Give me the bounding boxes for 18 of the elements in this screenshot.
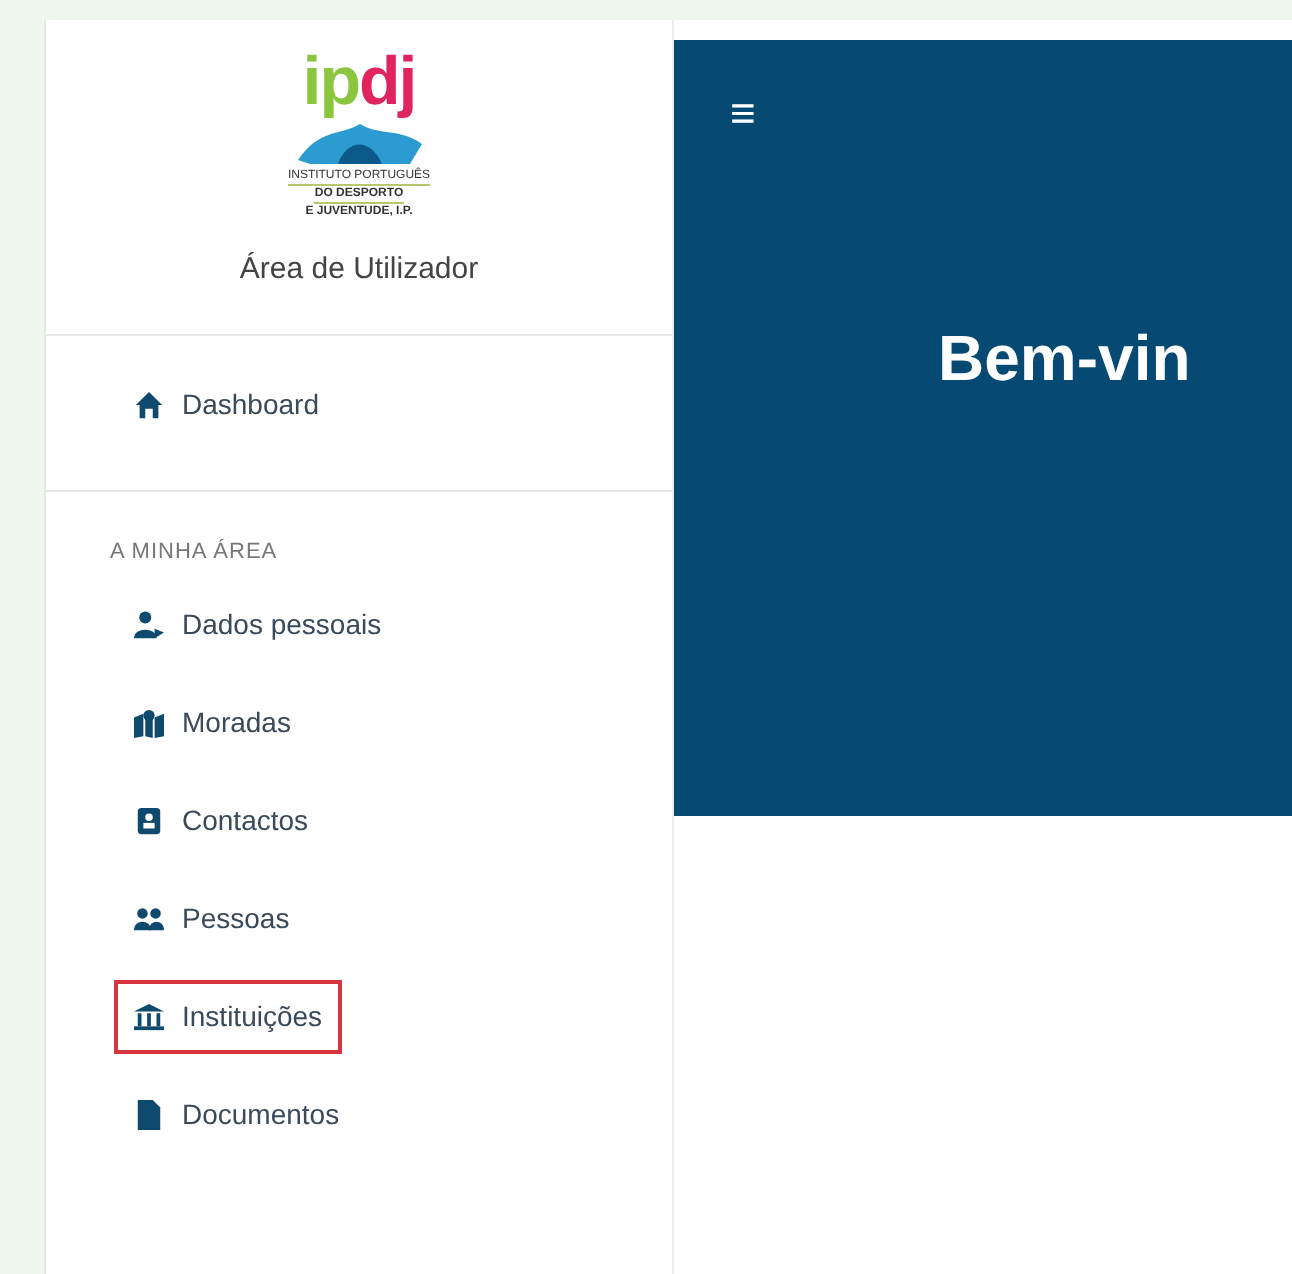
sidebar-title: Área de Utilizador bbox=[239, 250, 479, 290]
welcome-heading: Bem-vin bbox=[938, 320, 1191, 397]
sidebar-item[interactable]: Contactos bbox=[114, 784, 329, 858]
document-icon bbox=[134, 1100, 164, 1130]
contact-card-icon bbox=[134, 806, 164, 836]
home-icon bbox=[134, 389, 164, 419]
sidebar-item[interactable]: Documentos bbox=[114, 1078, 360, 1152]
sidebar-item[interactable]: Instituições bbox=[114, 980, 343, 1054]
sidebar-item[interactable]: Dados pessoais bbox=[114, 588, 402, 662]
map-icon bbox=[134, 708, 164, 738]
user-icon bbox=[134, 610, 164, 640]
sidebar-item[interactable]: Pessoas bbox=[114, 882, 310, 956]
section-label: A MINHA ÁREA bbox=[110, 537, 280, 567]
users-icon bbox=[134, 904, 164, 934]
menu-button[interactable]: ≡ bbox=[730, 92, 756, 136]
bank-icon bbox=[134, 1002, 164, 1032]
sidebar-item[interactable]: Moradas bbox=[114, 686, 311, 760]
sidebar-item[interactable]: Dashboard bbox=[114, 367, 339, 441]
